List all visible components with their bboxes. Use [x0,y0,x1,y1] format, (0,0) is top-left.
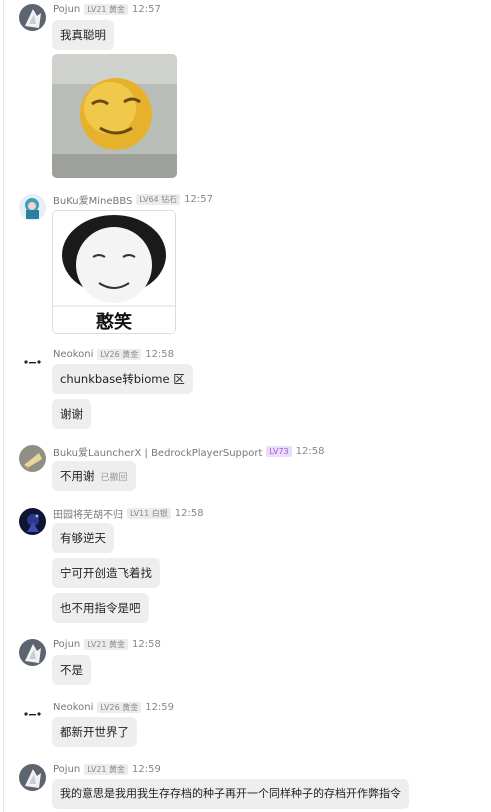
level-badge: LV26 黄金 [97,348,142,360]
username[interactable]: Buku爱LauncherX | BedrockPlayerSupport [53,444,262,459]
message-bubble[interactable]: chunkbase转biome 区 [52,364,193,394]
sticker-image[interactable] [52,54,177,178]
message-bubble[interactable]: 谢谢 [52,399,91,429]
message-bubble[interactable]: 也不用指令是吧 [52,593,149,623]
avatar[interactable] [19,349,46,376]
timestamp: 12:58 [132,638,161,650]
timestamp: 12:57 [132,3,161,15]
timestamp: 12:57 [184,193,213,205]
timestamp: 12:58 [174,507,204,519]
username[interactable]: BuKu爱MineBBS [53,192,132,207]
avatar[interactable] [19,508,46,535]
level-badge: LV26 黄金 [97,701,142,713]
username[interactable]: Pojun [53,4,80,15]
avatar[interactable] [19,445,46,472]
avatar[interactable] [19,639,46,666]
username[interactable]: Pojun [53,764,80,775]
message-meta: Buku爱LauncherX | BedrockPlayerSupport LV… [53,444,325,459]
timestamp: 12:58 [295,445,325,457]
message-meta: Pojun LV21 黄金 12:58 [53,637,161,651]
message-bubble[interactable]: 我真聪明 [52,20,114,50]
message-meta: Neokoni LV26 黄金 12:58 [53,347,174,361]
username[interactable]: Neokoni [53,702,93,713]
message-bubble[interactable]: 不用谢 已撤回 [52,461,136,491]
avatar[interactable] [19,764,46,791]
message-bubble[interactable]: 不是 [52,655,91,685]
timestamp: 12:59 [132,763,161,775]
recalled-label: 已撤回 [100,473,128,483]
chat-left-border [3,0,4,812]
level-badge: LV64 钻石 [136,193,181,205]
level-badge: LV11 白银 [127,507,171,519]
level-badge: LV73 [266,445,292,457]
avatar[interactable] [19,194,46,221]
message-meta: BuKu爱MineBBS LV64 钻石 12:57 [53,192,213,207]
level-badge: LV21 黄金 [84,638,129,650]
level-badge: LV21 黄金 [84,763,129,775]
message-meta: Pojun LV21 黄金 12:57 [53,2,161,16]
message-meta: Neokoni LV26 黄金 12:59 [53,700,174,714]
sticker-image[interactable]: 憨笑 [52,210,176,334]
username[interactable]: Pojun [53,639,80,650]
level-badge: LV21 黄金 [84,3,129,15]
message-text: 不用谢 [60,469,95,483]
message-bubble[interactable]: 宁可开创造飞着找 [52,558,160,588]
timestamp: 12:59 [145,701,175,713]
message-bubble[interactable]: 都新开世界了 [52,717,137,747]
message-bubble[interactable]: 有够逆天 [52,523,114,553]
sticker-caption: 憨笑 [96,312,132,333]
message-meta: Pojun LV21 黄金 12:59 [53,762,161,776]
avatar[interactable] [19,701,46,728]
timestamp: 12:58 [145,348,175,360]
username[interactable]: 田园将芜胡不归 [53,506,123,521]
username[interactable]: Neokoni [53,349,93,360]
message-bubble[interactable]: 我的意思是我用我生存存档的种子再开一个同样种子的存档开作弊指令 [52,779,409,809]
message-meta: 田园将芜胡不归 LV11 白银 12:58 [53,506,204,521]
avatar[interactable] [19,4,46,31]
